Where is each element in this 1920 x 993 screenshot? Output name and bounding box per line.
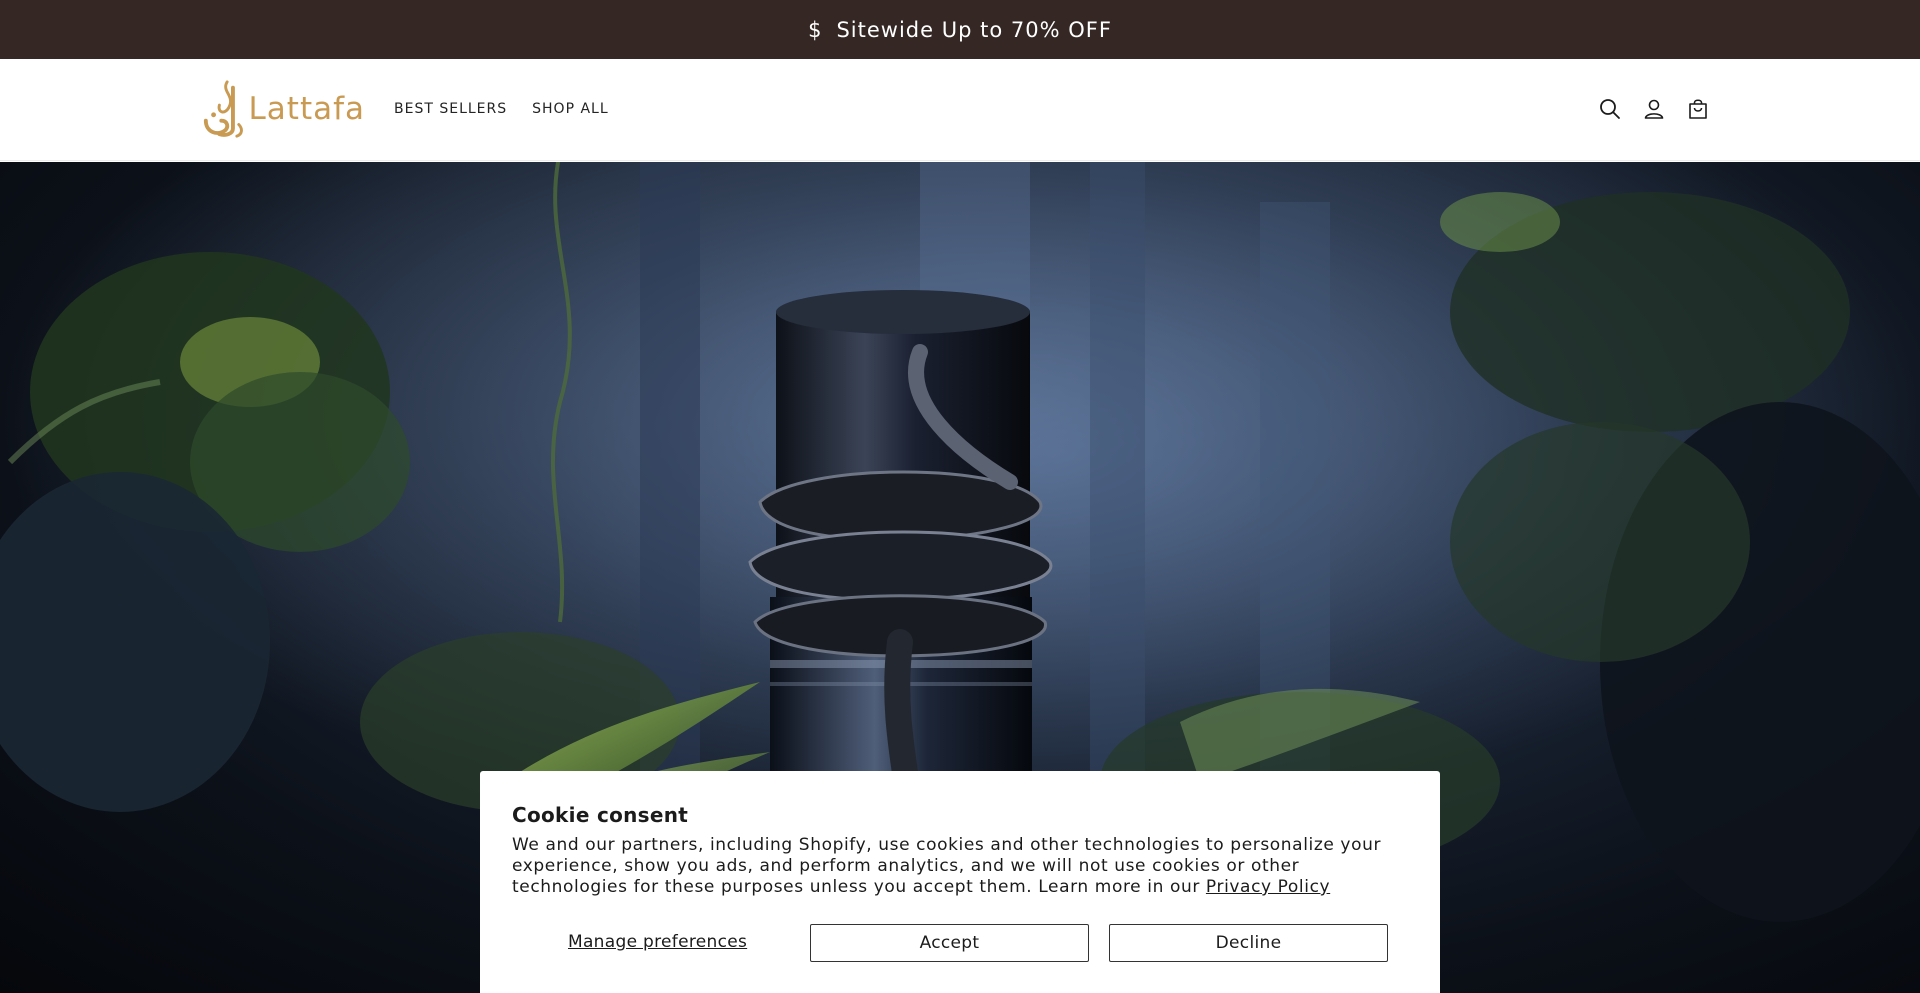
cookie-actions: Manage preferences Accept Decline [480, 924, 1440, 962]
account-icon[interactable] [1642, 97, 1666, 121]
main-nav: BEST SELLERS SHOP ALL [394, 101, 609, 117]
cookie-consent-dialog: Cookie consent We and our partners, incl… [480, 771, 1440, 993]
cookie-title: Cookie consent [512, 803, 689, 827]
cart-icon[interactable] [1686, 97, 1710, 121]
cookie-description: We and our partners, including Shopify, … [512, 835, 1412, 898]
announcement-bar: $ Sitewide Up to 70% OFF [0, 0, 1920, 59]
manage-preferences-button[interactable]: Manage preferences [568, 932, 747, 952]
header-icons [1598, 97, 1710, 121]
dollar-icon: $ [808, 17, 823, 42]
privacy-policy-link[interactable]: Privacy Policy [1206, 877, 1330, 897]
logo-mark-icon [203, 80, 243, 138]
logo-link[interactable]: Lattafa [200, 77, 365, 141]
nav-best-sellers[interactable]: BEST SELLERS [394, 101, 507, 117]
decline-button[interactable]: Decline [1109, 924, 1388, 962]
site-header: Lattafa BEST SELLERS SHOP ALL [0, 59, 1920, 161]
search-icon[interactable] [1598, 97, 1622, 121]
nav-shop-all[interactable]: SHOP ALL [532, 101, 609, 117]
accept-button[interactable]: Accept [810, 924, 1089, 962]
logo-text: Lattafa [248, 91, 365, 127]
announcement-text: Sitewide Up to 70% OFF [836, 17, 1112, 42]
